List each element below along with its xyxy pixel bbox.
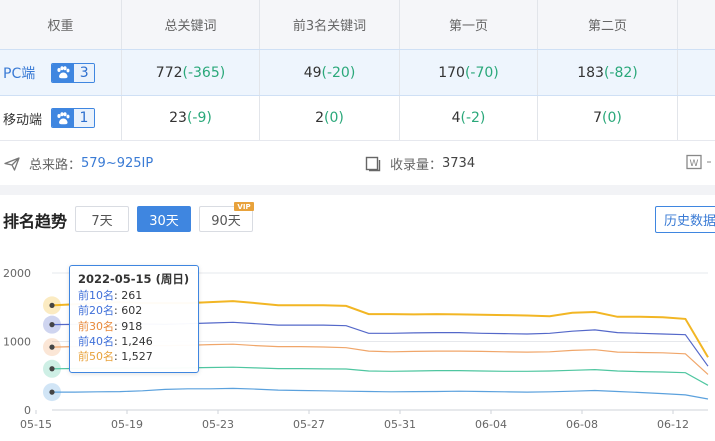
x-tick-label: 05-27 [293, 418, 325, 431]
delta: (-82) [603, 64, 638, 81]
trend-title: 排名趋势 [3, 212, 68, 231]
data-point [49, 322, 55, 328]
value: 7 [593, 110, 603, 126]
value: 772 [155, 64, 183, 81]
total-keywords-cell[interactable]: 772 (-365) [122, 50, 260, 95]
value: 2 [315, 110, 325, 126]
history-data-button[interactable]: 历史数据 [655, 206, 715, 233]
tooltip-row: 前10名: 261 [78, 289, 143, 303]
word-doc-summary: W [686, 154, 712, 170]
tooltip-label: 前10名 [78, 289, 114, 303]
table-row-mobile: 移动端 1 23 (-9) 2 (0) 4 (-2) 7 (0) [0, 96, 715, 141]
data-point [49, 389, 55, 395]
tooltip-value: 1,246 [121, 334, 153, 348]
tooltip-value: 1,527 [121, 350, 153, 364]
weight-value: 1 [74, 109, 95, 127]
range-30d-button[interactable]: 30天 [137, 206, 191, 232]
data-point [49, 344, 55, 350]
delta: (-365) [182, 64, 226, 81]
delta: (-2) [460, 110, 486, 126]
data-point [49, 366, 55, 372]
tooltip-value: 261 [121, 289, 143, 303]
tooltip-row: 前40名: 1,246 [78, 334, 153, 348]
chart-tooltip: 2022-05-15 (周日) 前10名: 261 前20名: 602 前30名… [69, 265, 199, 373]
indexed-label: 收录量： [390, 158, 443, 173]
tooltip-row: 前30名: 918 [78, 319, 143, 333]
value: 170 [438, 64, 465, 81]
header-page1: 第一页 [400, 0, 538, 49]
header-weight: 权重 [0, 0, 122, 49]
tooltip-label: 前30名 [78, 319, 114, 333]
page-icon [365, 156, 381, 172]
value: 183 [577, 64, 604, 81]
page2-cell[interactable]: 183 (-82) [538, 50, 678, 95]
send-icon [4, 156, 20, 171]
data-point [49, 302, 55, 309]
header-top3-keywords: 前3名关键词 [260, 0, 400, 49]
indexed-value: 3734 [442, 156, 476, 171]
tooltip-label: 前20名 [78, 304, 114, 318]
table-header-row: 权重 总关键词 前3名关键词 第一页 第二页 [0, 0, 715, 49]
top3-keywords-cell[interactable]: 2 (0) [260, 96, 400, 140]
row-label: 移动端 [3, 112, 43, 128]
keyword-stats-table: 权重 总关键词 前3名关键词 第一页 第二页 PC端 3 772 (-365) 4… [0, 0, 715, 141]
range-7d-button[interactable]: 7天 [75, 206, 129, 232]
section-divider [0, 185, 715, 195]
row-label-cell: PC端 3 [0, 50, 122, 95]
tooltip-value: 918 [121, 319, 143, 333]
row-label-cell: 移动端 1 [0, 96, 122, 140]
extra-cell [678, 96, 715, 140]
traffic-value[interactable]: 579~925IP [81, 156, 153, 171]
tooltip-row: 前20名: 602 [78, 304, 143, 318]
weight-badge[interactable]: 1 [51, 108, 96, 128]
delta: (-9) [186, 110, 212, 126]
summary-strip: 总来路： 579~925IP 收录量： 3734 W [0, 141, 715, 185]
delta: (0) [324, 110, 344, 126]
value: 4 [451, 110, 461, 126]
tooltip-label: 前50名 [78, 350, 114, 364]
baidu-paw-icon [52, 109, 75, 127]
table-row-pc: PC端 3 772 (-365) 49 (-20) 170 (-70) 183 (-82… [0, 49, 715, 96]
total-keywords-cell[interactable]: 23 (-9) [122, 96, 260, 140]
x-tick-label: 06-04 [475, 418, 507, 431]
value: 23 [169, 110, 187, 126]
y-tick-label: 1000 [3, 336, 31, 349]
page1-cell[interactable]: 4 (-2) [400, 96, 538, 140]
indexed-summary: 收录量： 3734 [365, 154, 475, 173]
value: 49 [303, 64, 322, 81]
tooltip-label: 前40名 [78, 334, 114, 348]
traffic-label: 总来路： [29, 158, 82, 173]
y-tick-label: 0 [24, 404, 31, 417]
header-page2: 第二页 [538, 0, 678, 49]
word-doc-icon[interactable]: W [686, 154, 712, 170]
tooltip-date: 2022-05-15 (周日) [78, 272, 190, 286]
page2-cell[interactable]: 7 (0) [538, 96, 678, 140]
svg-text:W: W [690, 159, 699, 169]
delta: (0) [602, 110, 622, 126]
x-tick-label: 05-31 [384, 418, 416, 431]
page1-cell[interactable]: 170 (-70) [400, 50, 538, 95]
tooltip-row: 前50名: 1,527 [78, 350, 153, 364]
baidu-paw-icon [52, 63, 75, 82]
extra-cell [678, 50, 715, 95]
weight-badge[interactable]: 3 [51, 62, 96, 83]
header-total-keywords: 总关键词 [122, 0, 260, 49]
delta: (-70) [464, 64, 499, 81]
header-extra [678, 0, 715, 49]
traffic-summary: 总来路： 579~925IP [4, 154, 153, 173]
x-tick-label: 05-19 [111, 418, 143, 431]
series-line [52, 387, 709, 400]
y-tick-label: 2000 [3, 267, 31, 280]
x-tick-label: 06-08 [566, 418, 598, 431]
top3-keywords-cell[interactable]: 49 (-20) [260, 50, 400, 95]
delta: (-20) [321, 64, 356, 81]
tooltip-value: 602 [121, 304, 143, 318]
x-tick-label: 05-23 [202, 418, 234, 431]
vip-badge: VIP [234, 202, 254, 211]
weight-value: 3 [74, 63, 95, 82]
x-tick-label: 06-12 [657, 418, 689, 431]
x-tick-label: 05-15 [20, 418, 52, 431]
row-label: PC端 [3, 65, 36, 82]
